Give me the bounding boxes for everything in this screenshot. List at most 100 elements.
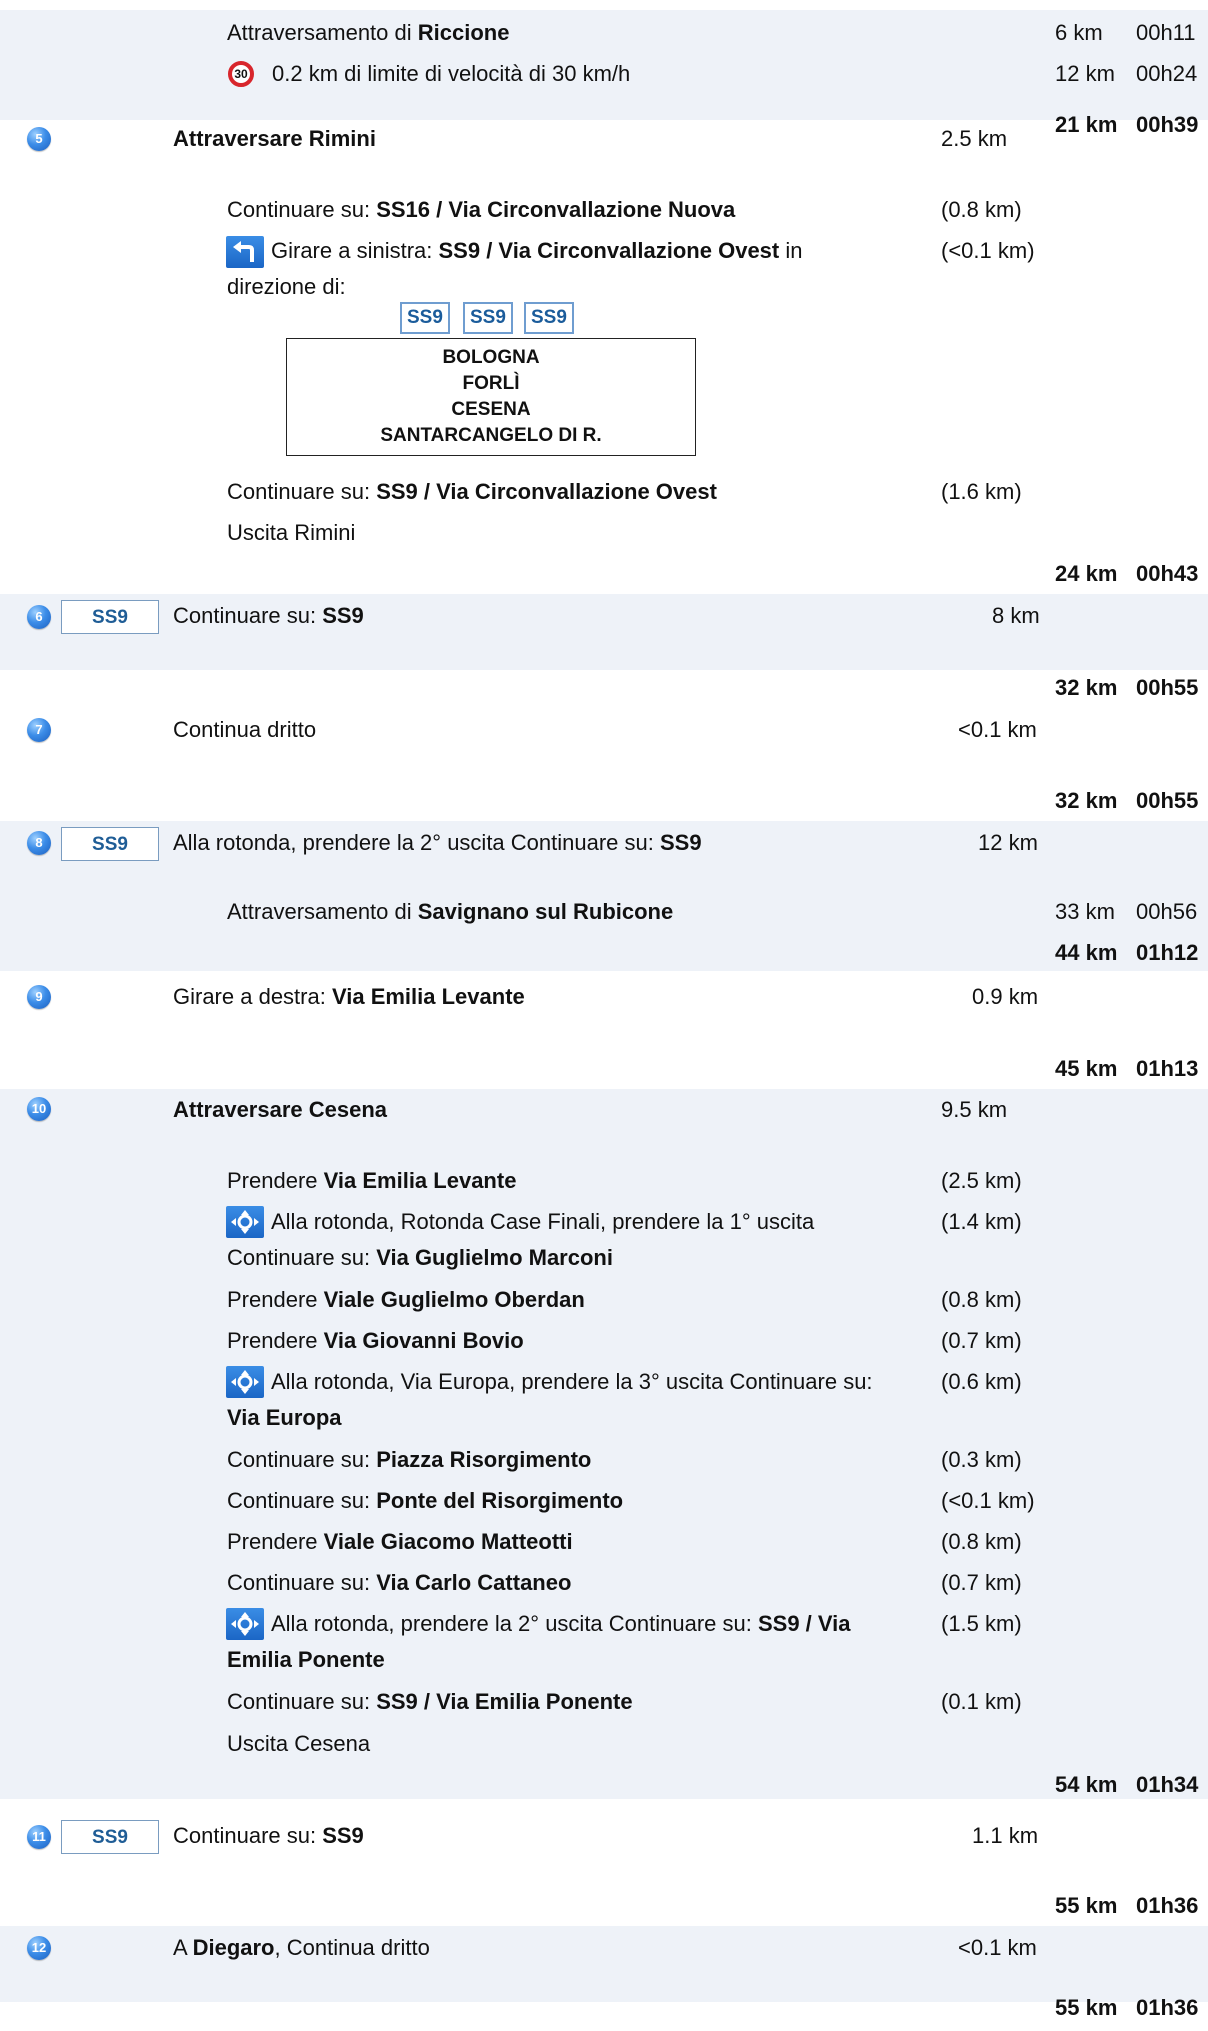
step9-cum-dist: 44 km xyxy=(1055,940,1118,965)
savignano-time: 00h56 xyxy=(1136,899,1198,924)
step6-dist: 8 km xyxy=(992,603,1040,628)
step-number-icon: 7 xyxy=(27,718,51,742)
step10-instr4: Prendere Via Giovanni Bovio xyxy=(227,1328,524,1353)
step5-exit: Uscita Rimini xyxy=(227,520,356,545)
step10-instr10: Alla rotonda, prendere la 2° uscita Cont… xyxy=(271,1611,851,1636)
step11-cum-time: 01h34 xyxy=(1136,1772,1199,1797)
step5-instr3: Continuare su: SS9 / Via Circonvallazion… xyxy=(227,479,717,504)
step5-instr2-dist: (<0.1 km) xyxy=(941,238,1035,263)
step7-cum-dist: 32 km xyxy=(1055,675,1118,700)
step-number-icon: 5 xyxy=(27,127,51,151)
roundabout-icon xyxy=(226,1366,264,1398)
step5-instr2: Girare a sinistra: SS9 / Via Circonvalla… xyxy=(271,238,803,263)
step10-instr4-dist: (0.7 km) xyxy=(941,1328,1022,1353)
step12-cum-dist: 55 km xyxy=(1055,1893,1118,1918)
step10-instr11: Continuare su: SS9 / Via Emilia Ponente xyxy=(227,1689,633,1714)
step5-instr3-dist: (1.6 km) xyxy=(941,479,1022,504)
step12-dist: <0.1 km xyxy=(958,1935,1037,1960)
step10-instr3-dist: (0.8 km) xyxy=(941,1287,1022,1312)
savignano-dist: 33 km xyxy=(1055,899,1115,924)
step10-instr2: Alla rotonda, Rotonda Case Finali, prend… xyxy=(271,1209,815,1234)
step10-instr5-line2: Via Europa xyxy=(227,1405,342,1430)
step10-exit: Uscita Cesena xyxy=(227,1731,371,1756)
step10-instr8-dist: (0.8 km) xyxy=(941,1529,1022,1554)
speed-dist: 12 km xyxy=(1055,61,1115,86)
step10-instr6-dist: (0.3 km) xyxy=(941,1447,1022,1472)
step5-instr1: Continuare su: SS16 / Via Circonvallazio… xyxy=(227,197,736,222)
step10-instr5-dist: (0.6 km) xyxy=(941,1369,1022,1394)
turn-left-icon xyxy=(226,236,264,268)
step10-instr1-dist: (2.5 km) xyxy=(941,1168,1022,1193)
step-number-icon: 11 xyxy=(27,1825,51,1849)
step5-cum-time: 00h39 xyxy=(1136,112,1199,137)
step5-title[interactable]: Attraversare Rimini xyxy=(173,125,376,153)
road-badge: SS9 xyxy=(61,1820,159,1854)
roundabout-icon xyxy=(226,1608,264,1640)
step10-instr9-dist: (0.7 km) xyxy=(941,1570,1022,1595)
destination: FORLÌ xyxy=(462,373,520,394)
final-cum-time: 01h36 xyxy=(1136,1995,1199,2020)
step11-cum-dist: 54 km xyxy=(1055,1772,1118,1797)
step11-instr[interactable]: Continuare su: SS9 xyxy=(173,1822,364,1850)
step8-cum-time: 00h55 xyxy=(1136,788,1199,813)
step-number-icon: 8 xyxy=(27,831,51,855)
step-number-icon: 12 xyxy=(27,1936,51,1960)
step-number-icon: 6 xyxy=(27,605,51,629)
destination: SANTARCANGELO DI R. xyxy=(380,425,602,446)
step10-title[interactable]: Attraversare Cesena xyxy=(173,1096,387,1124)
riccione-dist: 6 km xyxy=(1055,20,1103,45)
step6-cum-dist: 24 km xyxy=(1055,561,1118,586)
crossing-riccione: Attraversamento di Riccione xyxy=(227,20,510,45)
step12-cum-time: 01h36 xyxy=(1136,1893,1199,1918)
step11-dist: 1.1 km xyxy=(972,1823,1039,1848)
road-chip: SS9 xyxy=(400,302,450,334)
step-number-icon: 9 xyxy=(27,985,51,1009)
destination-sign: BOLOGNA FORLÌ CESENA SANTARCANGELO DI R. xyxy=(286,338,696,456)
step9-dist: 0.9 km xyxy=(972,984,1039,1009)
step8-cum-dist: 32 km xyxy=(1055,788,1118,813)
destination: CESENA xyxy=(451,399,531,420)
speed-limit-text: 0.2 km di limite di velocità di 30 km/h xyxy=(272,61,631,86)
step5-instr1-dist: (0.8 km) xyxy=(941,197,1022,222)
road-chip: SS9 xyxy=(524,302,574,334)
step10-cum-time: 01h13 xyxy=(1136,1056,1199,1081)
step5-cum-dist: 21 km xyxy=(1055,112,1118,137)
step8-dist: 12 km xyxy=(978,830,1038,855)
step10-instr11-dist: (0.1 km) xyxy=(941,1689,1022,1714)
step8-instr[interactable]: Alla rotonda, prendere la 2° uscita Cont… xyxy=(173,829,702,857)
step7-instr[interactable]: Continua dritto xyxy=(173,716,316,744)
roundabout-icon xyxy=(226,1206,264,1238)
step9-instr[interactable]: Girare a destra: Via Emilia Levante xyxy=(173,983,525,1011)
step10-instr3: Prendere Viale Guglielmo Oberdan xyxy=(227,1287,585,1312)
step10-instr6: Continuare su: Piazza Risorgimento xyxy=(227,1447,592,1472)
step6-cum-time: 00h43 xyxy=(1136,561,1199,586)
road-chip: SS9 xyxy=(463,302,513,334)
step10-dist: 9.5 km xyxy=(941,1097,1008,1122)
road-badge: SS9 xyxy=(61,600,159,634)
road-badge: SS9 xyxy=(61,827,159,861)
speed-time: 00h24 xyxy=(1136,61,1198,86)
step7-cum-time: 00h55 xyxy=(1136,675,1199,700)
step5-dist: 2.5 km xyxy=(941,126,1008,151)
step5-instr2-line2: direzione di: xyxy=(227,274,346,299)
step10-instr7: Continuare su: Ponte del Risorgimento xyxy=(227,1488,624,1513)
step10-instr7-dist: (<0.1 km) xyxy=(941,1488,1035,1513)
riccione-time: 00h11 xyxy=(1136,20,1196,45)
step10-instr10-line2: Emilia Ponente xyxy=(227,1647,385,1672)
step10-cum-dist: 45 km xyxy=(1055,1056,1118,1081)
speed-limit-icon: 30 xyxy=(228,61,254,87)
step10-instr5: Alla rotonda, Via Europa, prendere la 3°… xyxy=(271,1369,873,1394)
crossing-savignano: Attraversamento di Savignano sul Rubicon… xyxy=(227,899,674,924)
step10-instr1: Prendere Via Emilia Levante xyxy=(227,1168,517,1193)
step9-cum-time: 01h12 xyxy=(1136,940,1199,965)
step10-instr10-dist: (1.5 km) xyxy=(941,1611,1022,1636)
step6-instr[interactable]: Continuare su: SS9 xyxy=(173,602,364,630)
step10-instr2-line2: Continuare su: Via Guglielmo Marconi xyxy=(227,1245,613,1270)
destination: BOLOGNA xyxy=(442,347,540,368)
final-cum-dist: 55 km xyxy=(1055,1995,1118,2020)
step10-instr9: Continuare su: Via Carlo Cattaneo xyxy=(227,1570,572,1595)
step10-instr8: Prendere Viale Giacomo Matteotti xyxy=(227,1529,573,1554)
step7-dist: <0.1 km xyxy=(958,717,1037,742)
step12-instr[interactable]: A Diegaro, Continua dritto xyxy=(173,1934,430,1962)
step10-instr2-dist: (1.4 km) xyxy=(941,1209,1022,1234)
